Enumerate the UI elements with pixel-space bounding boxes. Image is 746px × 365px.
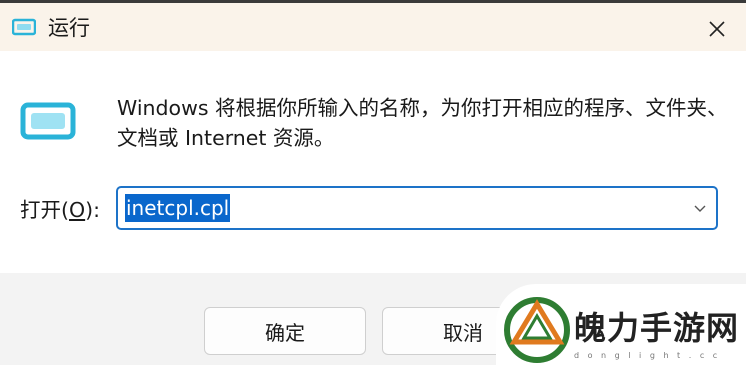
watermark-logo-icon [504, 297, 570, 363]
close-button[interactable] [694, 6, 740, 52]
close-icon [709, 21, 725, 37]
window-title: 运行 [48, 16, 90, 40]
open-label: 打开(O): [20, 197, 100, 223]
dialog-body [0, 51, 746, 273]
watermark-url: d o n g l i g h t . c c [574, 351, 721, 360]
chevron-down-icon[interactable] [692, 200, 708, 216]
title-bar[interactable]: 运行 [0, 3, 746, 51]
command-input-value[interactable]: inetcpl.cpl [125, 194, 231, 222]
open-label-suffix: ): [85, 198, 101, 222]
open-label-prefix: 打开( [20, 198, 69, 222]
run-app-icon [12, 18, 36, 36]
command-combobox[interactable]: inetcpl.cpl [116, 186, 718, 230]
run-icon [20, 102, 76, 140]
ok-button[interactable]: 确定 [204, 307, 366, 355]
dialog-description: Windows 将根据你所输入的名称，为你打开相应的程序、文件夹、文档或 Int… [117, 96, 728, 150]
open-label-mnemonic: O [69, 198, 86, 222]
watermark-brand: 魄力手游网 [574, 309, 740, 347]
